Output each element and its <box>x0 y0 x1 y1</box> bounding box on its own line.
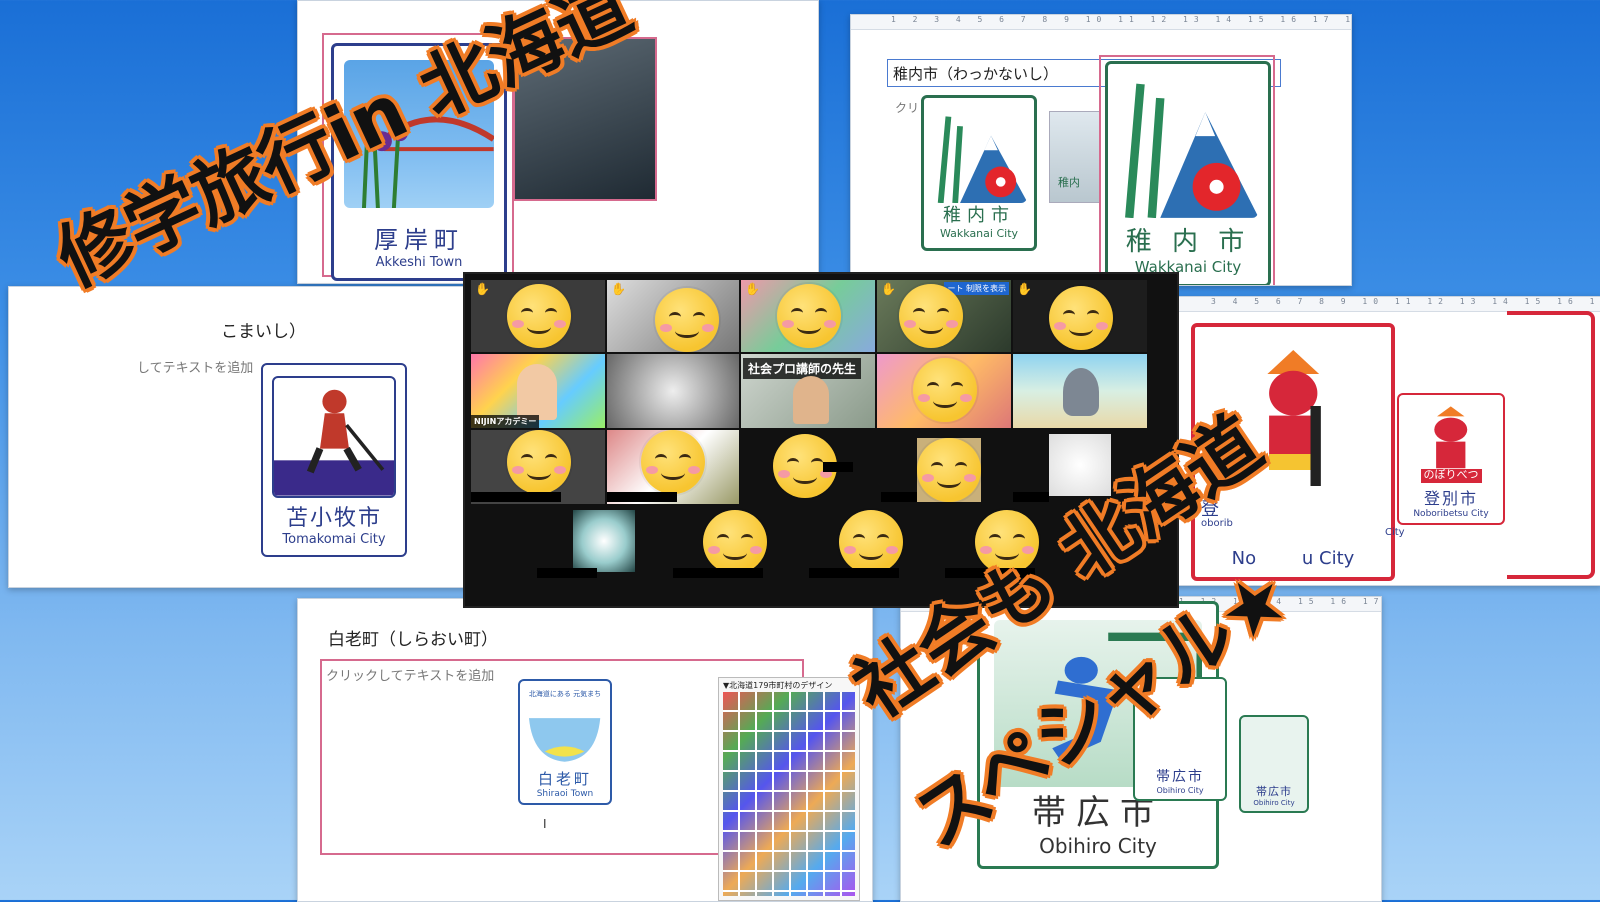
participant-tile[interactable]: ✋ <box>1013 280 1147 352</box>
participant-video-person <box>517 364 557 420</box>
redacted-name-bar <box>471 492 561 502</box>
blurred-avatar <box>573 510 635 572</box>
body-placeholder[interactable]: してテキストを追加 <box>137 357 253 376</box>
privacy-smiley <box>641 430 705 494</box>
privacy-smiley <box>839 510 903 574</box>
municipality-designs-thumbnail[interactable]: ▼北海道179市町村のデザイン <box>718 677 860 901</box>
privacy-smiley <box>655 288 719 352</box>
raised-hand-icon: ✋ <box>745 282 760 296</box>
sign-name-jp: 帯広市 <box>1256 785 1292 798</box>
body-placeholder[interactable]: クリックしてテキストを追加 <box>326 665 494 684</box>
mouse-avatar <box>1063 368 1099 416</box>
participant-tile[interactable] <box>471 430 605 504</box>
privacy-smiley <box>507 284 571 348</box>
mountain-flower-illustration <box>1117 77 1259 218</box>
sign-name-jp: 稚内市 <box>943 205 1015 226</box>
privacy-smiley <box>913 358 977 422</box>
slide-title[interactable]: 稚内市（わっかないし） <box>893 63 1058 84</box>
participant-tile[interactable] <box>741 430 875 504</box>
sign-name-en: Wakkanai City <box>939 227 1019 240</box>
participant-tile[interactable]: NIJINアカデミー <box>471 354 605 428</box>
edge-text: City <box>1385 527 1405 538</box>
raised-hand-icon: ✋ <box>475 282 490 296</box>
slide-shiraoi: 白老町（しらおい町） クリックしてテキストを追加 北海道にある 元気まち 白老町… <box>297 598 873 902</box>
participant-name-label: 社会プロ講師の先生 <box>743 358 862 379</box>
sign-name-en: Tomakomai City <box>282 532 386 547</box>
sign-name-jp: 白老町 <box>537 770 592 788</box>
participant-tile[interactable]: ✋ <box>741 280 875 352</box>
privacy-smiley <box>917 438 981 502</box>
participant-tile[interactable] <box>877 354 1011 428</box>
sign-name-jp: 厚岸町 <box>374 226 464 254</box>
design-grid <box>723 692 855 896</box>
participant-tile[interactable]: ✋ <box>607 280 739 352</box>
participant-tile[interactable] <box>607 354 739 428</box>
shiraoi-sign: 北海道にある 元気まち 白老町 Shiraoi Town <box>518 679 612 805</box>
participant-tile[interactable]: ✋ <box>471 280 605 352</box>
noboribetsu-small-sign: のぼりべつ 登別市 Noboribetsu City <box>1397 393 1505 525</box>
lake-illustration <box>525 712 605 764</box>
redacted-name-bar <box>607 492 677 502</box>
ruler: 1 2 3 4 5 6 7 8 9 10 11 12 13 14 15 16 1… <box>851 15 1351 30</box>
redacted-name-bar <box>673 568 763 578</box>
oni-illustration <box>1405 402 1497 470</box>
participant-tile-teacher[interactable]: 社会プロ講師の先生 <box>741 354 875 428</box>
redacted-name-bar <box>537 568 597 578</box>
participant-tile[interactable] <box>1013 354 1147 428</box>
slide-tomakomai: こまいし） してテキストを追加 苫小牧市 Tomakomai City <box>8 286 472 588</box>
participant-tile[interactable] <box>809 506 943 580</box>
redacted-name-bar <box>881 492 917 502</box>
text-cursor: I <box>543 817 547 831</box>
sign-name-jp: 苫小牧市 <box>285 506 382 531</box>
redacted-name-bar <box>809 568 899 578</box>
body-placeholder[interactable]: クリ <box>895 99 919 116</box>
privacy-smiley <box>777 284 841 348</box>
privacy-smiley <box>1049 286 1113 350</box>
redacted-name-bar <box>1013 492 1049 502</box>
participant-tile[interactable] <box>673 506 807 580</box>
mountain-flower-illustration <box>930 107 1028 203</box>
participant-tile[interactable] <box>607 430 739 504</box>
privacy-smiley <box>899 284 963 348</box>
sign-name-jp: 帯広市 <box>1156 769 1204 785</box>
participant-name-label: NIJINアカデミー <box>471 415 540 428</box>
noboribetsu-red-sign-edge <box>1507 311 1595 579</box>
participant-tile[interactable] <box>877 430 1011 504</box>
privacy-smiley <box>507 430 571 494</box>
sign-name-jp: 登別市 <box>1423 489 1478 508</box>
sign-name-en: Obihiro City <box>1039 834 1157 858</box>
wakkanai-big-sign: 稚 内 市 Wakkanai City <box>1105 61 1271 285</box>
ruler: 3 4 5 6 7 8 9 10 11 12 13 14 15 16 17 18… <box>1171 297 1600 312</box>
sign-name-jp: 稚 内 市 <box>1125 227 1251 257</box>
slide-title[interactable]: こまいし） <box>221 317 306 342</box>
raised-hand-icon: ✋ <box>611 282 626 296</box>
raised-hand-icon: ✋ <box>881 282 896 296</box>
participant-tile[interactable]: ✋ ート 制限を表示 <box>877 280 1011 352</box>
sign-name-en: Akkeshi Town <box>375 255 463 270</box>
sign-name-en: Obihiro City <box>1156 786 1204 795</box>
thumbnail-caption: ▼北海道179市町村のデザイン <box>723 681 833 690</box>
sign-name-en: Obihiro City <box>1253 799 1295 807</box>
sign-name-en: Noboribetsu City <box>1413 509 1489 519</box>
redacted-name-bar <box>823 462 853 472</box>
tomakomai-sign: 苫小牧市 Tomakomai City <box>261 363 407 557</box>
privacy-smiley <box>703 510 767 574</box>
sign-name-en: Shiraoi Town <box>536 789 594 799</box>
slide-wakkanai: 1 2 3 4 5 6 7 8 9 10 11 12 13 14 15 16 1… <box>850 14 1352 286</box>
thumb-label: 稚内 <box>1058 176 1080 189</box>
participant-video-person <box>793 376 829 424</box>
participant-tile[interactable] <box>537 506 671 580</box>
sign-slogan: 北海道にある 元気まち <box>528 690 602 698</box>
slide-title[interactable]: 白老町（しらおい町） <box>328 625 498 650</box>
obihiro-photo-sign: 帯広市 Obihiro City <box>1239 715 1309 813</box>
wakkanai-small-sign: 稚内市 Wakkanai City <box>921 95 1037 251</box>
wakkanai-photo-thumbnail: 稚内 <box>1049 111 1101 203</box>
raised-hand-icon: ✋ <box>1017 282 1032 296</box>
hockey-player-illustration <box>271 376 397 498</box>
